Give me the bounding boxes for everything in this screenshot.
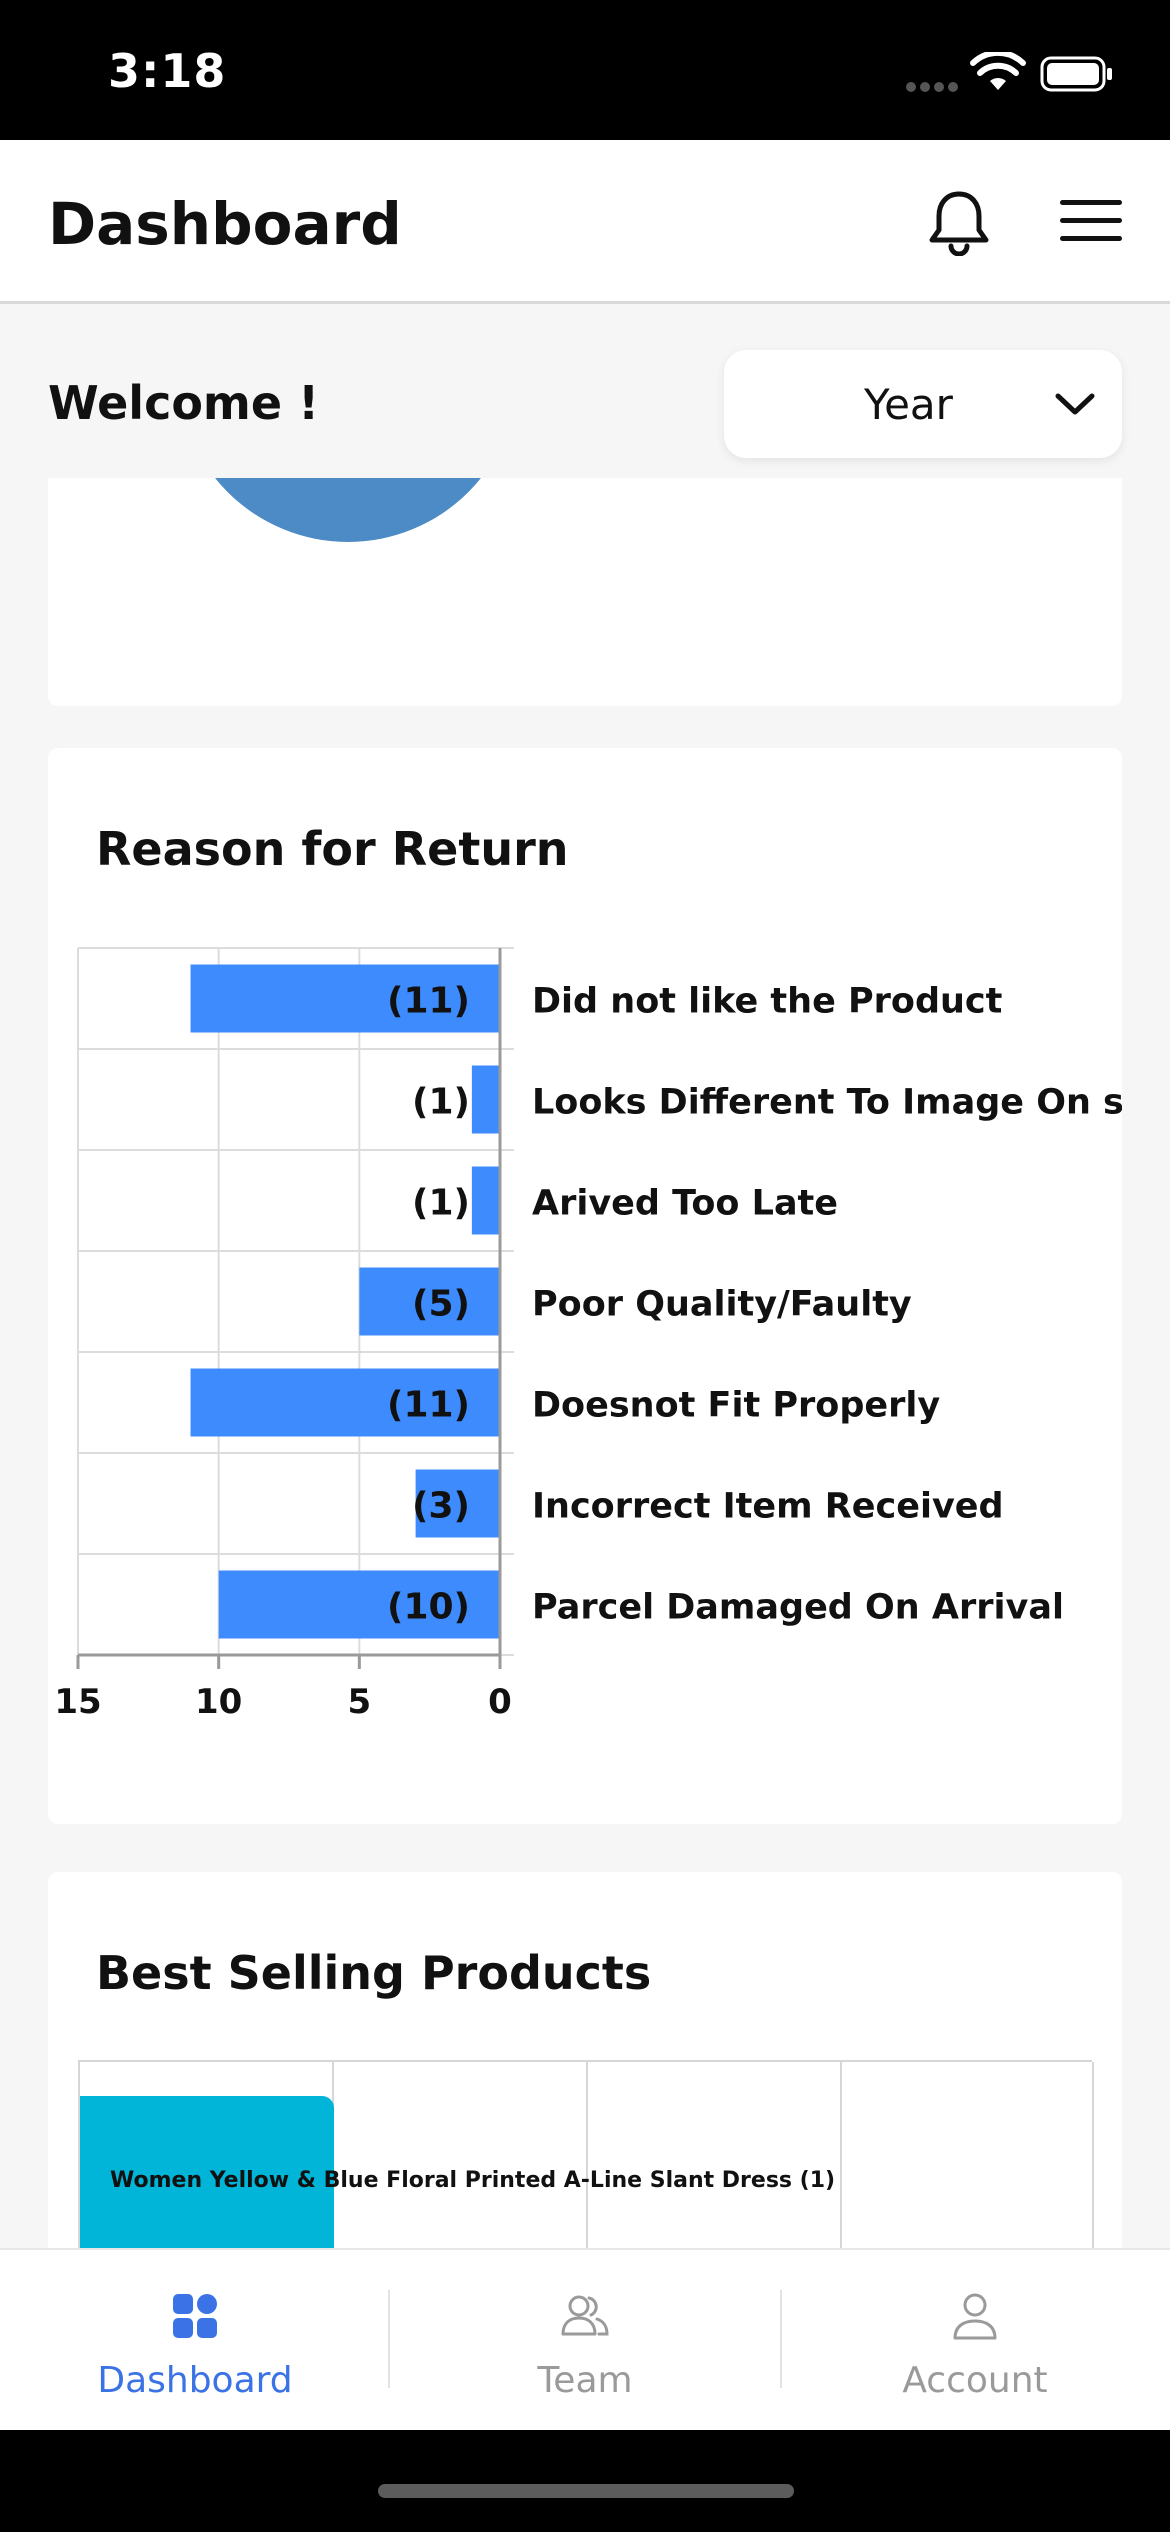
bar-value-label: (1) <box>412 1082 470 1123</box>
category-label: Doesnot Fit Properly <box>532 1386 940 1426</box>
bottom-tab-bar: Dashboard Team Account <box>0 2248 1170 2430</box>
x-tick-label: 0 <box>488 1682 512 1722</box>
team-icon <box>561 2295 609 2336</box>
x-tick-label: 5 <box>347 1682 371 1722</box>
category-label: Incorrect Item Received <box>532 1487 1004 1527</box>
return-reason-bar <box>471 1065 500 1134</box>
tab-team-label: Team <box>537 2360 633 2401</box>
welcome-text: Welcome ! <box>48 376 320 430</box>
return-reasons-card: Reason for Return (11) Did not like the P… <box>48 748 1122 1824</box>
bell-icon[interactable] <box>926 188 992 256</box>
hamburger-menu-icon[interactable] <box>1058 196 1124 246</box>
category-label: Poor Quality/Faulty <box>532 1285 912 1325</box>
best-selling-label: Women Yellow & Blue Floral Printed A-Lin… <box>110 2168 836 2193</box>
bar-value-label: (5) <box>412 1284 470 1325</box>
pie-chart-slice <box>178 478 518 542</box>
tab-dashboard[interactable]: Dashboard <box>0 2250 390 2430</box>
category-label: Arived Too Late <box>532 1184 838 1224</box>
status-bar: 3:18 <box>0 0 1170 140</box>
app-header: Dashboard <box>0 140 1170 304</box>
wifi-icon <box>970 52 1026 90</box>
best-selling-title: Best Selling Products <box>96 1946 652 2000</box>
overview-card <box>48 478 1122 706</box>
tab-dashboard-label: Dashboard <box>97 2360 293 2401</box>
best-selling-card: Best Selling Products Women Yellow & Blu… <box>48 1872 1122 2248</box>
category-label: Parcel Damaged On Arrival <box>532 1588 1064 1628</box>
app-screen: Dashboard Welcome ! Year Reason for Retu… <box>0 140 1170 2430</box>
period-select[interactable]: Year <box>724 350 1122 458</box>
x-tick-label: 10 <box>195 1682 242 1722</box>
tab-account[interactable]: Account <box>780 2250 1170 2430</box>
category-label: Did not like the Product <box>532 982 1002 1022</box>
return-reasons-chart: (11) Did not like the Product (1) Looks Dif… <box>54 947 1122 1722</box>
bar-value-label: (11) <box>387 981 470 1022</box>
bar-value-label: (1) <box>412 1183 470 1224</box>
tab-team[interactable]: Team <box>390 2250 780 2430</box>
return-reason-bar <box>471 1166 500 1235</box>
signal-dots-icon <box>906 82 958 92</box>
status-time: 3:18 <box>108 44 227 98</box>
bar-value-label: (3) <box>412 1486 470 1527</box>
battery-icon <box>1040 56 1112 92</box>
bar-value-label: (10) <box>387 1587 470 1628</box>
page-title: Dashboard <box>48 190 402 258</box>
chevron-down-icon <box>1055 393 1095 415</box>
person-icon <box>953 2293 997 2340</box>
category-label: Looks Different To Image On site <box>532 1083 1122 1123</box>
bar-value-label: (11) <box>387 1385 470 1426</box>
grid-icon <box>173 2294 217 2338</box>
period-select-value: Year <box>864 380 953 429</box>
home-indicator <box>378 2484 794 2498</box>
best-selling-chart: Women Yellow & Blue Floral Printed A-Lin… <box>78 2060 1094 2248</box>
tab-account-label: Account <box>902 2360 1048 2401</box>
dashboard-scroll[interactable]: Reason for Return (11) Did not like the P… <box>0 478 1170 2248</box>
x-tick-label: 15 <box>54 1682 101 1722</box>
